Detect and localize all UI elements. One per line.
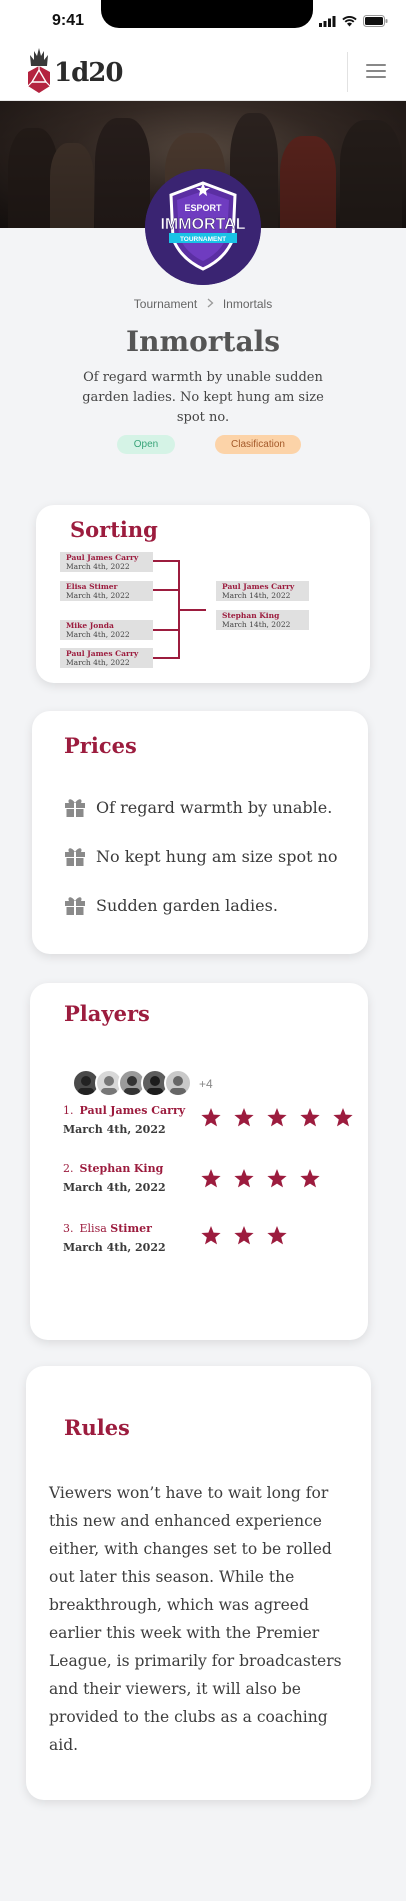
- player-last-name: James Carry: [110, 1104, 186, 1117]
- status-bar: 9:41: [0, 0, 406, 44]
- player-date: March 4th, 2022: [63, 1181, 166, 1194]
- price-item: Sudden garden ladies.: [64, 895, 278, 915]
- price-item-text: No kept hung am size spot no: [96, 846, 338, 866]
- signal-icon: [319, 15, 336, 27]
- player-date: March 4th, 2022: [63, 1241, 166, 1254]
- bracket-date: March 4th, 2022: [66, 658, 130, 667]
- battery-icon: [363, 15, 388, 27]
- page-title: Inmortals: [126, 325, 280, 358]
- gift-icon: [65, 848, 85, 866]
- team-description: Of regard warmth by unable sudden garden…: [82, 370, 324, 425]
- player-first-name: Elisa: [79, 1222, 107, 1235]
- players-title: Players: [64, 1001, 150, 1026]
- star-icon: [300, 1169, 320, 1188]
- player-date: March 4th, 2022: [63, 1123, 166, 1136]
- price-item-text: Of regard warmth by unable.: [96, 797, 333, 817]
- bracket-date: March 4th, 2022: [66, 591, 130, 600]
- app-logo[interactable]: 1d20: [26, 48, 123, 94]
- player-rating: [200, 1168, 332, 1188]
- status-badge-classification: Clasification: [215, 435, 301, 454]
- logo-bottom-text: TOURNAMENT: [180, 236, 226, 243]
- player-name[interactable]: 2. Stephan King: [63, 1162, 163, 1175]
- more-players-count[interactable]: +4: [199, 1077, 213, 1091]
- bracket-player-name: Mike Jonda: [66, 621, 114, 630]
- hamburger-menu-icon[interactable]: [366, 64, 386, 80]
- star-icon: [201, 1169, 221, 1188]
- status-badge-open: Open: [117, 435, 175, 454]
- device-notch: [101, 0, 313, 28]
- bracket-date: March 14th, 2022: [222, 591, 291, 600]
- bracket-slot[interactable]: Paul James Carry March 4th, 2022: [60, 648, 153, 668]
- bracket-date: March 14th, 2022: [222, 620, 291, 629]
- player-rating: [200, 1225, 299, 1245]
- d20-crown-icon: [27, 48, 51, 93]
- bracket-slot[interactable]: Elisa Stimer March 4th, 2022: [60, 581, 153, 601]
- app-header: 1d20: [0, 44, 406, 101]
- rules-text: Viewers won’t have to wait long for this…: [49, 1484, 342, 1754]
- player-rank: 2.: [63, 1162, 74, 1175]
- status-icons: [319, 15, 388, 27]
- player-first-name: Paul: [79, 1104, 107, 1117]
- bracket-slot[interactable]: Mike Jonda March 4th, 2022: [60, 620, 153, 640]
- star-icon: [300, 1108, 320, 1127]
- player-name[interactable]: 1. Paul James Carry: [63, 1104, 185, 1117]
- star-icon: [201, 1226, 221, 1245]
- player-rank: 3.: [63, 1222, 74, 1235]
- star-icon: [234, 1108, 254, 1127]
- breadcrumb: Tournament Inmortals: [0, 297, 406, 311]
- star-icon: [267, 1226, 287, 1245]
- bracket-player-name: Paul James Carry: [222, 582, 295, 591]
- star-icon: [234, 1226, 254, 1245]
- bracket-slot[interactable]: Paul James Carry March 14th, 2022: [216, 581, 309, 601]
- player-name[interactable]: 3. Elisa Stimer: [63, 1222, 152, 1235]
- rules-title: Rules: [64, 1415, 130, 1440]
- sorting-card: Sorting Paul James Carry March 4th, 2022…: [36, 505, 370, 683]
- logo-text: 1d20: [54, 58, 123, 88]
- price-item: No kept hung am size spot no: [64, 846, 338, 866]
- wifi-icon: [342, 15, 357, 26]
- player-last-name: King: [133, 1162, 164, 1175]
- player-first-name: Stephan: [79, 1162, 131, 1175]
- logo-main-text: IMMORTAL: [160, 216, 245, 233]
- bracket-date: March 4th, 2022: [66, 630, 130, 639]
- star-icon: [267, 1108, 287, 1127]
- player-rating: [200, 1107, 365, 1127]
- gift-icon: [65, 897, 85, 915]
- price-item: Of regard warmth by unable.: [64, 797, 332, 817]
- bracket-date: March 4th, 2022: [66, 562, 130, 571]
- team-logo: ESPORT IMMORTAL TOURNAMENT: [145, 169, 261, 285]
- bracket-player-name: Paul James Carry: [66, 553, 139, 562]
- player-rank: 1.: [63, 1104, 74, 1117]
- prices-title: Prices: [64, 733, 137, 758]
- star-icon: [333, 1108, 353, 1127]
- bracket-player-name: Paul James Carry: [66, 649, 139, 658]
- bracket-player-name: Elisa Stimer: [66, 582, 118, 591]
- status-time: 9:41: [52, 12, 85, 29]
- player-last-name: Stimer: [110, 1222, 152, 1235]
- avatar[interactable]: [164, 1069, 192, 1097]
- header-divider: [347, 52, 348, 92]
- logo-top-text: ESPORT: [184, 203, 222, 213]
- breadcrumb-parent[interactable]: Tournament: [134, 297, 197, 311]
- bracket-slot[interactable]: Stephan King March 14th, 2022: [216, 610, 309, 630]
- star-icon: [234, 1169, 254, 1188]
- bracket-slot[interactable]: Paul James Carry March 4th, 2022: [60, 552, 153, 572]
- breadcrumb-current: Inmortals: [222, 297, 273, 311]
- bracket-player-name: Stephan King: [222, 611, 280, 620]
- chevron-right-icon: [207, 297, 214, 311]
- star-icon: [201, 1108, 221, 1127]
- star-icon: [267, 1169, 287, 1188]
- gift-icon: [65, 799, 85, 817]
- price-item-text: Sudden garden ladies.: [96, 895, 278, 915]
